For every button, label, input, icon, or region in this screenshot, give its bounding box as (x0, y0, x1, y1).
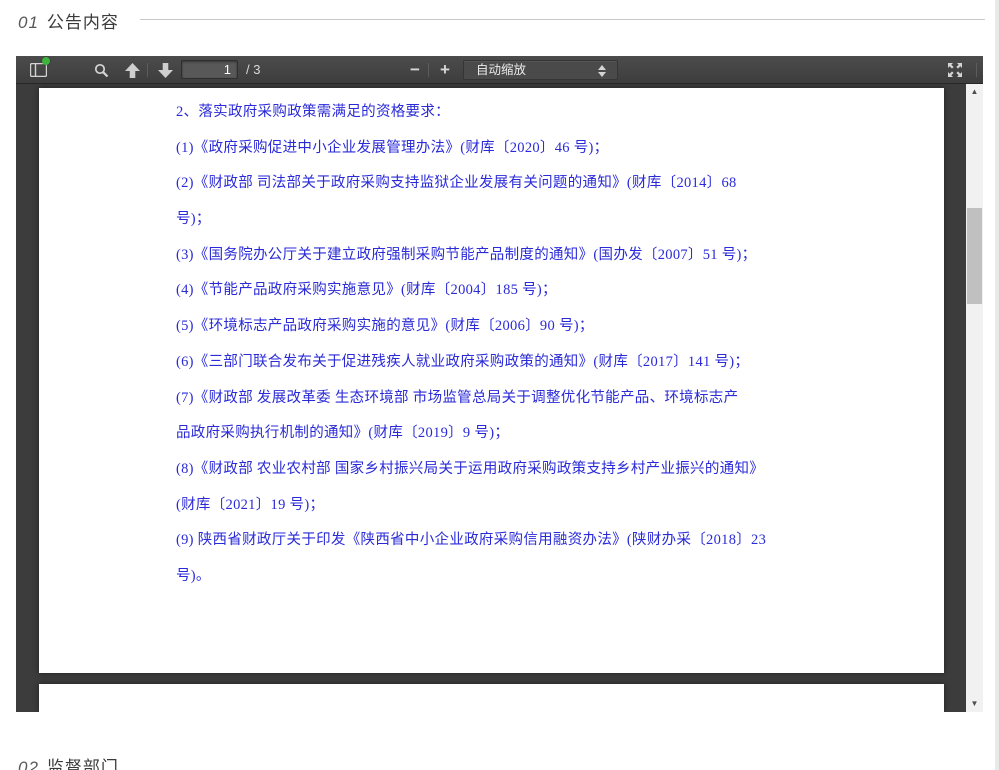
zoom-in-button[interactable]: + (434, 58, 456, 82)
viewer-scrollbar[interactable]: ▲ ▼ (966, 84, 983, 712)
document-line: (5)《环境标志产品政府采购实施的意见》(财库〔2006〕90 号)； (176, 309, 924, 345)
document-line: 2、落实政府采购政策需满足的资格要求： (176, 95, 924, 131)
chevron-up-down-icon (598, 64, 606, 78)
search-icon (94, 63, 109, 78)
scrollbar-thumb[interactable] (967, 208, 982, 304)
pdf-page-1: 2、落实政府采购政策需满足的资格要求： (1)《政府采购促进中小企业发展管理办法… (39, 88, 944, 673)
zoom-scale-value: 自动缩放 (476, 63, 526, 77)
pdf-toolbar: / 3 − + 自动缩放 (16, 56, 983, 84)
sidebar-notification-dot (42, 57, 50, 65)
document-line: 号)。 (176, 559, 924, 595)
document-line: (8)《财政部 农业农村部 国家乡村振兴局关于运用政府采购政策支持乡村产业振兴的… (176, 452, 924, 488)
document-line: (财库〔2021〕19 号)； (176, 488, 924, 524)
section-title: 监督部门 (47, 758, 119, 770)
document-text: 2、落实政府采购政策需满足的资格要求： (1)《政府采购促进中小企业发展管理办法… (176, 95, 924, 595)
zoom-scale-select[interactable]: 自动缩放 (463, 60, 618, 80)
pdf-viewer-body: 2、落实政府采购政策需满足的资格要求： (1)《政府采购促进中小企业发展管理办法… (16, 84, 983, 712)
zoom-out-button[interactable]: − (404, 58, 426, 82)
fullscreen-expand-icon (947, 62, 963, 78)
page-number-input[interactable] (181, 60, 238, 79)
page: 01 公告内容 (0, 0, 999, 770)
arrow-down-icon (158, 63, 173, 78)
heading-rule (140, 19, 985, 20)
scroll-down-arrow-icon[interactable]: ▼ (966, 696, 983, 712)
document-line: 号)； (176, 202, 924, 238)
document-line: 品政府采购执行机制的通知》(财库〔2019〕9 号)； (176, 416, 924, 452)
toolbar-separator (147, 63, 148, 77)
section-number: 01 (18, 13, 39, 32)
next-page-button[interactable] (153, 58, 177, 82)
section-number: 02 (18, 758, 39, 770)
toolbar-separator (428, 63, 429, 77)
previous-page-button[interactable] (120, 58, 144, 82)
scroll-up-arrow-icon[interactable]: ▲ (966, 84, 983, 100)
window-edge-strip (995, 0, 999, 770)
document-line: (3)《国务院办公厅关于建立政府强制采购节能产品制度的通知》(国办发〔2007〕… (176, 238, 924, 274)
document-line: (2)《财政部 司法部关于政府采购支持监狱企业发展有关问题的通知》(财库〔201… (176, 166, 924, 202)
pdf-page-2 (39, 684, 944, 712)
sidebar-icon (30, 63, 47, 77)
fullscreen-button[interactable] (942, 58, 968, 82)
toolbar-separator (976, 63, 977, 77)
pdf-viewer: / 3 − + 自动缩放 (16, 56, 983, 712)
section-heading-supervision: 02 监督部门 (18, 753, 119, 770)
document-line: (9) 陕西省财政厅关于印发《陕西省中小企业政府采购信用融资办法》(陕财办采〔2… (176, 523, 924, 559)
section-heading-announcement: 01 公告内容 (18, 8, 119, 30)
search-button[interactable] (88, 58, 114, 82)
document-line: (1)《政府采购促进中小企业发展管理办法》(财库〔2020〕46 号)； (176, 131, 924, 167)
document-line: (4)《节能产品政府采购实施意见》(财库〔2004〕185 号)； (176, 273, 924, 309)
page-count-label: / 3 (246, 62, 260, 77)
document-line: (7)《财政部 发展改革委 生态环境部 市场监管总局关于调整优化节能产品、环境标… (176, 381, 924, 417)
section-title: 公告内容 (47, 13, 119, 32)
document-line: (6)《三部门联合发布关于促进残疾人就业政府采购政策的通知》(财库〔2017〕1… (176, 345, 924, 381)
arrow-up-icon (125, 63, 140, 78)
sidebar-toggle-button[interactable] (24, 58, 52, 82)
